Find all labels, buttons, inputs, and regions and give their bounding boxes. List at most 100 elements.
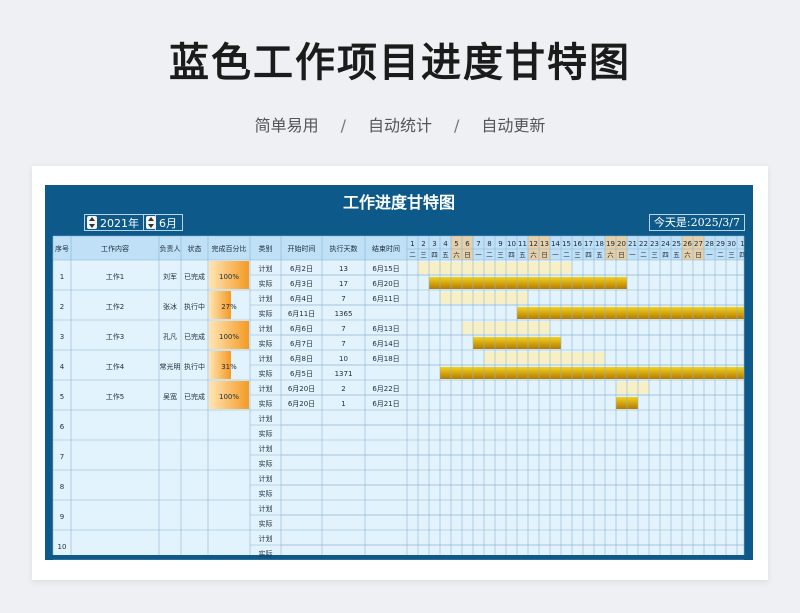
row-number: 7: [60, 453, 64, 461]
actual-days: 1: [341, 400, 345, 408]
column-header: 完成百分比: [212, 244, 247, 253]
subtitle-separator: /: [340, 116, 346, 135]
weekday-label: 六: [607, 250, 614, 259]
task-owner: 吴宽: [163, 392, 177, 401]
category-plan: 计划: [259, 324, 273, 333]
task-status: 已完成: [184, 272, 205, 281]
task-owner: 常光明: [160, 362, 181, 371]
category-actual: 实际: [259, 309, 273, 318]
category-actual: 实际: [259, 549, 273, 558]
task-name: 工作2: [106, 302, 124, 311]
plan-days: 10: [339, 355, 348, 363]
weekday-label: 三: [574, 251, 581, 259]
percent-value: 100%: [219, 273, 239, 281]
weekday-label: 六: [684, 250, 691, 259]
day-number: 24: [661, 240, 670, 248]
plan-end: 6月15日: [372, 265, 399, 273]
column-header: 类别: [259, 244, 273, 253]
day-number: 26: [683, 240, 692, 248]
actual-end: 6月21日: [372, 400, 399, 408]
plan-start: 6月2日: [290, 265, 313, 273]
day-number: 17: [584, 240, 593, 248]
page-title: 蓝色工作项目进度甘特图: [169, 40, 631, 86]
subtitle-item: 自动更新: [481, 116, 546, 135]
actual-bar: [440, 367, 744, 379]
weekday-label: 三: [651, 251, 658, 259]
column-header: 工作内容: [101, 244, 129, 253]
row-number: 9: [60, 513, 64, 521]
day-number: 28: [705, 240, 714, 248]
category-plan: 计划: [259, 354, 273, 363]
actual-days: 1371: [335, 370, 353, 378]
category-actual: 实际: [259, 339, 273, 348]
plan-start: 6月8日: [290, 355, 313, 363]
row-number: 3: [60, 333, 64, 341]
task-owner: 刘军: [163, 272, 177, 281]
weekday-label: 二: [409, 251, 416, 259]
plan-end: 6月13日: [372, 325, 399, 333]
weekday-label: 三: [497, 251, 504, 259]
task-status: 执行中: [184, 302, 205, 311]
day-number: 1: [410, 240, 414, 248]
task-status: 执行中: [184, 362, 205, 371]
day-number: 7: [476, 240, 480, 248]
weekday-label: 五: [519, 251, 526, 259]
plan-days: 7: [341, 295, 345, 303]
row-number: 1: [60, 273, 64, 281]
weekday-label: 一: [475, 251, 482, 259]
day-number: 5: [454, 240, 458, 248]
weekday-label: 一: [629, 251, 636, 259]
category-actual: 实际: [259, 429, 273, 438]
category-plan: 计划: [259, 414, 273, 423]
day-number: 16: [573, 240, 582, 248]
day-number: 4: [443, 240, 448, 248]
row-number: 5: [60, 393, 64, 401]
weekday-label: 一: [552, 251, 559, 259]
category-plan: 计划: [259, 444, 273, 453]
percent-value: 100%: [219, 393, 239, 401]
row-number: 2: [60, 303, 64, 311]
day-number: 6: [465, 240, 470, 248]
actual-bar: [517, 307, 744, 319]
day-number: 15: [562, 240, 571, 248]
plan-days: 13: [339, 265, 348, 273]
day-number: 8: [487, 240, 491, 248]
task-status: 已完成: [184, 392, 205, 401]
plan-end: 6月18日: [372, 355, 399, 363]
day-number: 27: [694, 240, 703, 248]
day-number: 23: [650, 240, 659, 248]
column-header: 执行天数: [330, 244, 358, 253]
day-number: 20: [617, 240, 626, 248]
task-name: 工作3: [106, 332, 124, 341]
subtitle-separator: /: [454, 116, 460, 135]
category-actual: 实际: [259, 279, 273, 288]
subtitle-item: 简单易用: [254, 116, 319, 135]
weekday-label: 四: [431, 251, 438, 259]
actual-end: 6月20日: [372, 280, 399, 288]
percent-value: 31%: [221, 363, 237, 371]
task-name: 工作5: [106, 392, 124, 401]
column-header: 负责人: [160, 244, 181, 253]
task-name: 工作1: [106, 272, 124, 281]
plan-end: 6月22日: [372, 385, 399, 393]
weekday-label: 日: [695, 251, 702, 259]
day-number: 19: [606, 240, 615, 248]
row-number: 8: [60, 483, 64, 491]
category-plan: 计划: [259, 384, 273, 393]
category-actual: 实际: [259, 459, 273, 468]
category-actual: 实际: [259, 399, 273, 408]
plan-days: 2: [341, 385, 345, 393]
weekday-label: 四: [739, 251, 746, 259]
day-number: 2: [421, 240, 425, 248]
weekday-label: 二: [640, 251, 647, 259]
day-number: 18: [595, 240, 604, 248]
actual-days: 1365: [335, 310, 353, 318]
category-plan: 计划: [259, 264, 273, 273]
weekday-label: 五: [596, 251, 603, 259]
weekday-label: 五: [442, 251, 449, 259]
weekday-label: 日: [464, 251, 471, 259]
weekday-label: 三: [420, 251, 427, 259]
task-name: 工作4: [106, 362, 125, 371]
column-header: 序号: [55, 244, 69, 253]
weekday-label: 二: [486, 251, 493, 259]
